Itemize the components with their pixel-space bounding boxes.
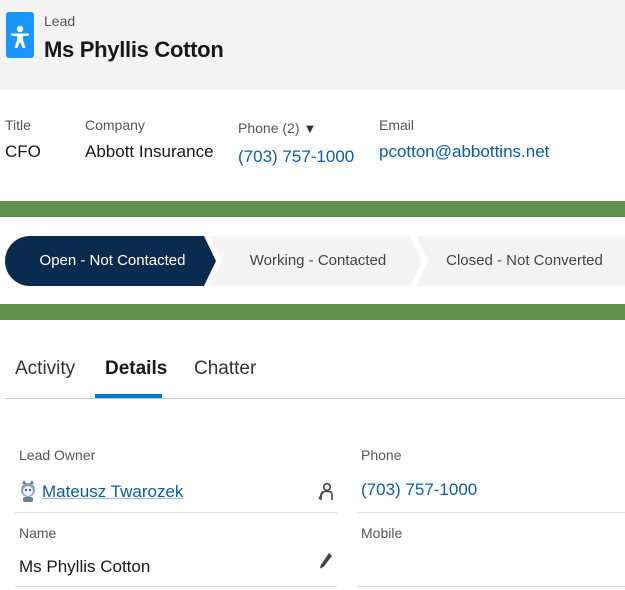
email-link[interactable]: pcotton@abbottins.net xyxy=(379,142,549,162)
company-value: Abbott Insurance xyxy=(85,142,214,161)
phone-field: Phone xyxy=(361,447,401,463)
record-tabs: Activity Details Chatter xyxy=(5,345,625,399)
active-tab-indicator xyxy=(95,394,162,398)
name-field: Name xyxy=(19,525,56,541)
field-divider xyxy=(15,586,337,587)
record-name: Ms Phyllis Cotton xyxy=(44,37,224,62)
phone-link[interactable]: (703) 757-1000 xyxy=(238,147,354,167)
highlight-title: Title CFO xyxy=(5,117,41,162)
path-stage-working-contacted[interactable]: Working - Contacted xyxy=(218,236,418,286)
path-stage-open-not-contacted[interactable]: Open - Not Contacted xyxy=(5,236,220,286)
tab-details[interactable]: Details xyxy=(105,358,167,380)
record-header: Lead Ms Phyllis Cotton xyxy=(0,0,625,90)
name-field-value: Ms Phyllis Cotton xyxy=(19,557,150,577)
tab-chatter[interactable]: Chatter xyxy=(194,358,256,380)
mobile-field: Mobile xyxy=(361,525,402,551)
field-divider xyxy=(357,512,625,513)
accent-bar-bottom xyxy=(0,304,625,320)
chevron-down-icon[interactable]: ▼ xyxy=(303,121,316,136)
owner-avatar-icon xyxy=(19,479,37,503)
edit-pencil-icon[interactable] xyxy=(319,552,333,575)
company-label: Company xyxy=(85,117,145,133)
lead-status-path: Open - Not Contacted Working - Contacted… xyxy=(5,236,625,286)
phone-field-value: (703) 757-1000 xyxy=(361,480,477,500)
path-stage-closed-not-converted[interactable]: Closed - Not Converted xyxy=(424,236,625,286)
name-field-label: Name xyxy=(19,525,57,541)
field-divider xyxy=(15,512,337,513)
name-value: Ms Phyllis Cotton xyxy=(19,557,151,576)
details-phone-link[interactable]: (703) 757-1000 xyxy=(361,480,477,500)
title-label: Title xyxy=(5,117,31,133)
lead-owner-label: Lead Owner xyxy=(19,447,96,463)
title-value: CFO xyxy=(5,142,41,161)
phone-label: Phone (2) xyxy=(238,120,300,136)
lead-person-icon xyxy=(6,12,34,58)
phone-field-label: Phone xyxy=(361,447,402,463)
lead-owner-link[interactable]: Mateusz Twarozek xyxy=(42,482,183,501)
phone-dropdown[interactable]: Phone (2) ▼ xyxy=(238,120,354,136)
highlight-email: Email pcotton@abbottins.net xyxy=(379,117,549,162)
field-divider xyxy=(357,586,625,587)
object-type-label: Lead xyxy=(44,13,76,29)
mobile-field-label: Mobile xyxy=(361,525,403,541)
lead-owner-value: Mateusz Twarozek xyxy=(42,482,183,502)
highlight-company: Company Abbott Insurance xyxy=(85,117,214,162)
tab-activity[interactable]: Activity xyxy=(15,358,75,380)
accent-bar-top xyxy=(0,201,625,217)
email-label: Email xyxy=(379,117,415,133)
highlight-phone: Phone (2) ▼ (703) 757-1000 xyxy=(238,120,354,167)
change-owner-icon[interactable] xyxy=(318,482,334,507)
